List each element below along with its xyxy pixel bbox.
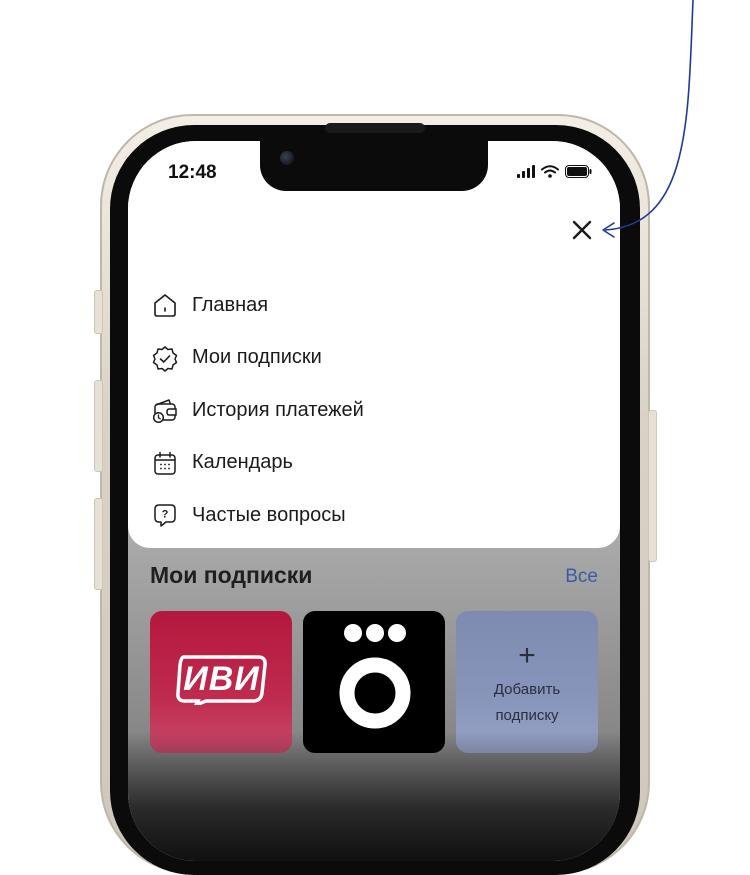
menu-item-label: Главная [192,293,269,316]
home-icon [150,290,180,320]
mute-switch [94,290,103,334]
battery-icon [565,165,592,178]
menu-item-label: История платежей [192,398,364,421]
menu-item-calendar[interactable]: Календарь [150,437,364,490]
wallet-clock-icon [150,395,180,425]
question-bubble-icon: ? [150,500,180,530]
signal-icon [517,165,535,178]
menu-item-label: Мои подписки [192,346,322,369]
status-time: 12:48 [168,162,217,183]
close-icon[interactable] [570,218,594,242]
add-label-line2: подписку [495,707,559,724]
see-all-link[interactable]: Все [565,566,598,588]
volume-up-button [94,380,103,472]
menu-item-payment-history[interactable]: История платежей [150,384,364,437]
add-subscription-label: Добавить подписку [456,677,598,729]
ivi-logo: ИВИ [174,653,269,705]
bottom-fade-overlay [128,731,620,861]
menu-item-label: Частые вопросы [192,503,346,526]
menu-item-label: Календарь [192,451,293,474]
menu-item-subscriptions[interactable]: Мои подписки [150,332,364,385]
status-icons [517,165,592,178]
ivi-logo-text: ИВИ [183,660,260,698]
navigation-menu: Главная Мои подписки История платежей Ка… [128,141,620,548]
front-camera [280,151,294,165]
menu-list: Главная Мои подписки История платежей Ка… [150,279,364,542]
svg-text:?: ? [162,509,169,521]
okko-logo [339,624,411,729]
menu-item-faq[interactable]: ? Частые вопросы [150,489,364,542]
plus-icon: + [518,639,536,672]
power-button [648,410,657,562]
notch [260,141,488,191]
menu-item-home[interactable]: Главная [150,279,364,332]
volume-down-button [94,498,103,590]
earpiece-speaker [325,123,425,133]
add-label-line1: Добавить [493,681,561,698]
phone-screen: Мои подписки Все ИВИ + Добавить подписку… [128,141,620,861]
calendar-icon [150,448,180,478]
wifi-icon [541,165,559,178]
badge-check-icon [150,343,180,373]
section-title: Мои подписки [150,562,313,588]
